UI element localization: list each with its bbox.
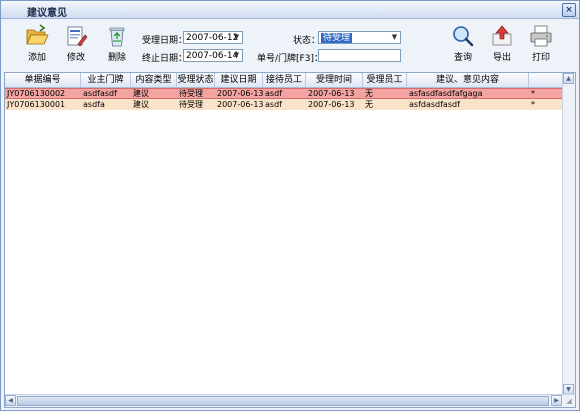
status-value: 待受理 <box>321 33 353 43</box>
column-header[interactable]: 单据编号 <box>5 73 81 87</box>
export-button[interactable]: 导出 <box>484 21 520 69</box>
accept-date-value: 2007-06-12 <box>186 33 239 43</box>
title-bar: 建议意见 × <box>1 1 579 19</box>
scroll-right-icon[interactable]: ▶ <box>551 395 562 406</box>
vertical-scrollbar[interactable]: ▲ ▼ <box>562 73 575 395</box>
chevron-down-icon[interactable]: ▼ <box>390 33 399 42</box>
table-header: 单据编号 业主门牌 内容类型 受理状态 建议日期 接待员工 受理时间 受理员工 … <box>5 73 575 88</box>
end-date-label: 终止日期： <box>142 54 188 64</box>
chevron-down-icon[interactable]: ▼ <box>232 33 241 42</box>
column-header[interactable]: 业主门牌 <box>81 73 131 87</box>
export-icon <box>492 25 512 46</box>
table-cell: asfdasdfasdf <box>409 100 460 109</box>
horizontal-scroll-thumb[interactable] <box>17 396 549 406</box>
table-cell: JY0706130001 <box>7 100 66 109</box>
scroll-left-icon[interactable]: ◀ <box>5 395 16 406</box>
table-row[interactable]: JY0706130001 asdfa 建议 待受理 2007-06-13 asd… <box>5 99 575 110</box>
doc-number-input[interactable] <box>318 49 401 62</box>
accept-date-picker[interactable]: 2007-06-12 ▼ <box>183 31 243 44</box>
end-date-picker[interactable]: 2007-06-14 ▼ <box>183 49 243 62</box>
query-button[interactable]: 查询 <box>445 21 481 69</box>
table-cell: 无 <box>365 100 373 109</box>
scroll-up-icon[interactable]: ▲ <box>563 73 574 84</box>
column-header[interactable]: 受理状态 <box>177 73 215 87</box>
folder-open-icon <box>26 24 49 45</box>
suggestions-table: 单据编号 业主门牌 内容类型 受理状态 建议日期 接待员工 受理时间 受理员工 … <box>4 72 576 408</box>
column-header[interactable]: 受理员工 <box>363 73 407 87</box>
table-cell: 2007-06-13 <box>217 100 263 109</box>
query-label: 查询 <box>453 53 472 63</box>
export-label: 导出 <box>492 53 511 63</box>
table-row[interactable]: JY0706130002 asdfasdf 建议 待受理 2007-06-13 … <box>5 88 575 99</box>
add-label: 添加 <box>27 53 46 63</box>
status-label: 状态： <box>293 36 321 46</box>
close-button[interactable]: × <box>562 3 576 17</box>
recycle-bin-icon <box>109 27 125 47</box>
column-header[interactable]: 建议日期 <box>215 73 263 87</box>
resize-grip-icon[interactable]: ◢ <box>564 396 574 406</box>
table-cell: 建议 <box>133 100 149 109</box>
column-header[interactable]: 接待员工 <box>263 73 306 87</box>
chevron-down-icon[interactable]: ▼ <box>232 51 241 60</box>
table-cell: * <box>531 100 535 109</box>
delete-button[interactable]: 删除 <box>99 21 135 69</box>
doc-number-label: 单号/门牌[F3]： <box>257 54 323 64</box>
horizontal-scrollbar[interactable]: ◀ ▶ ◢ <box>5 394 575 407</box>
table-cell: asdfa <box>83 100 105 109</box>
column-header[interactable] <box>529 73 563 87</box>
magnifier-icon <box>453 26 474 47</box>
toolbar: 添加 修改 删除 受理日期： 2007-06-12 ▼ 终止日期： 2007-0… <box>1 19 579 71</box>
column-header[interactable]: 建议、意见内容 <box>407 73 529 87</box>
suggestion-window: 建议意见 × 添加 修改 删除 受理日期： 2007-06-12 ▼ 终止日期：… <box>0 0 580 411</box>
table-cell: 待受理 <box>179 100 203 109</box>
table-cell: 2007-06-13 <box>308 100 355 109</box>
edit-label: 修改 <box>66 53 85 63</box>
edit-document-icon <box>67 26 88 47</box>
status-select[interactable]: 待受理 ▼ <box>318 31 401 44</box>
print-label: 打印 <box>531 53 550 63</box>
delete-label: 删除 <box>107 53 126 63</box>
printer-icon <box>530 25 552 47</box>
window-title: 建议意见 <box>27 8 67 19</box>
column-header[interactable]: 内容类型 <box>131 73 177 87</box>
accept-date-label: 受理日期： <box>142 36 188 46</box>
end-date-value: 2007-06-14 <box>186 51 239 61</box>
table-cell: asdf <box>265 100 282 109</box>
add-button[interactable]: 添加 <box>19 21 55 69</box>
edit-button[interactable]: 修改 <box>58 21 94 69</box>
column-header[interactable]: 受理时间 <box>306 73 363 87</box>
print-button[interactable]: 打印 <box>523 21 559 69</box>
